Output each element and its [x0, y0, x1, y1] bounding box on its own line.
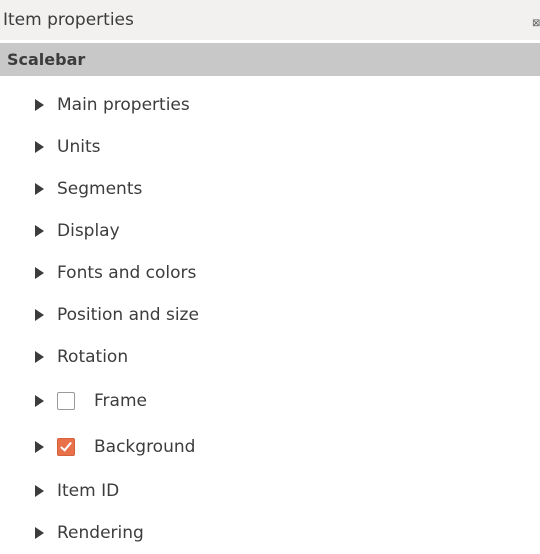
close-icon[interactable]: ⊠	[532, 18, 540, 30]
expand-arrow-icon[interactable]	[35, 183, 44, 195]
checkmark-icon	[60, 439, 72, 452]
frame-checkbox[interactable]	[57, 392, 75, 410]
expand-arrow-icon[interactable]	[35, 527, 44, 539]
section-label: Units	[57, 137, 101, 157]
panel-title: Item properties	[3, 10, 134, 30]
item-type-label: Scalebar	[7, 50, 86, 69]
section-rendering[interactable]: Rendering	[0, 512, 540, 554]
section-label: Rendering	[57, 523, 144, 543]
section-position-and-size[interactable]: Position and size	[0, 294, 540, 336]
property-sections: Main properties Units Segments Display F…	[0, 84, 540, 554]
expand-arrow-icon[interactable]	[35, 99, 44, 111]
section-units[interactable]: Units	[0, 126, 540, 168]
section-main-properties[interactable]: Main properties	[0, 84, 540, 126]
expand-arrow-icon[interactable]	[35, 441, 44, 453]
expand-arrow-icon[interactable]	[35, 309, 44, 321]
section-label: Background	[94, 437, 196, 457]
expand-arrow-icon[interactable]	[35, 351, 44, 363]
section-background[interactable]: Background	[0, 424, 540, 470]
section-label: Item ID	[57, 481, 120, 501]
section-display[interactable]: Display	[0, 210, 540, 252]
section-label: Fonts and colors	[57, 263, 197, 283]
expand-arrow-icon[interactable]	[35, 141, 44, 153]
section-label: Rotation	[57, 347, 129, 367]
section-label: Frame	[94, 391, 147, 411]
section-segments[interactable]: Segments	[0, 168, 540, 210]
section-item-id[interactable]: Item ID	[0, 470, 540, 512]
item-type-header: Scalebar	[0, 43, 540, 76]
section-frame[interactable]: Frame	[0, 378, 540, 424]
panel-titlebar: Item properties ⊠	[0, 0, 540, 40]
expand-arrow-icon[interactable]	[35, 267, 44, 279]
section-rotation[interactable]: Rotation	[0, 336, 540, 378]
section-label: Main properties	[57, 95, 190, 115]
section-label: Display	[57, 221, 120, 241]
section-label: Position and size	[57, 305, 199, 325]
item-properties-panel: Item properties ⊠ Scalebar Main properti…	[0, 0, 540, 554]
section-label: Segments	[57, 179, 143, 199]
background-checkbox[interactable]	[57, 438, 75, 456]
section-fonts-and-colors[interactable]: Fonts and colors	[0, 252, 540, 294]
expand-arrow-icon[interactable]	[35, 485, 44, 497]
expand-arrow-icon[interactable]	[35, 395, 44, 407]
expand-arrow-icon[interactable]	[35, 225, 44, 237]
